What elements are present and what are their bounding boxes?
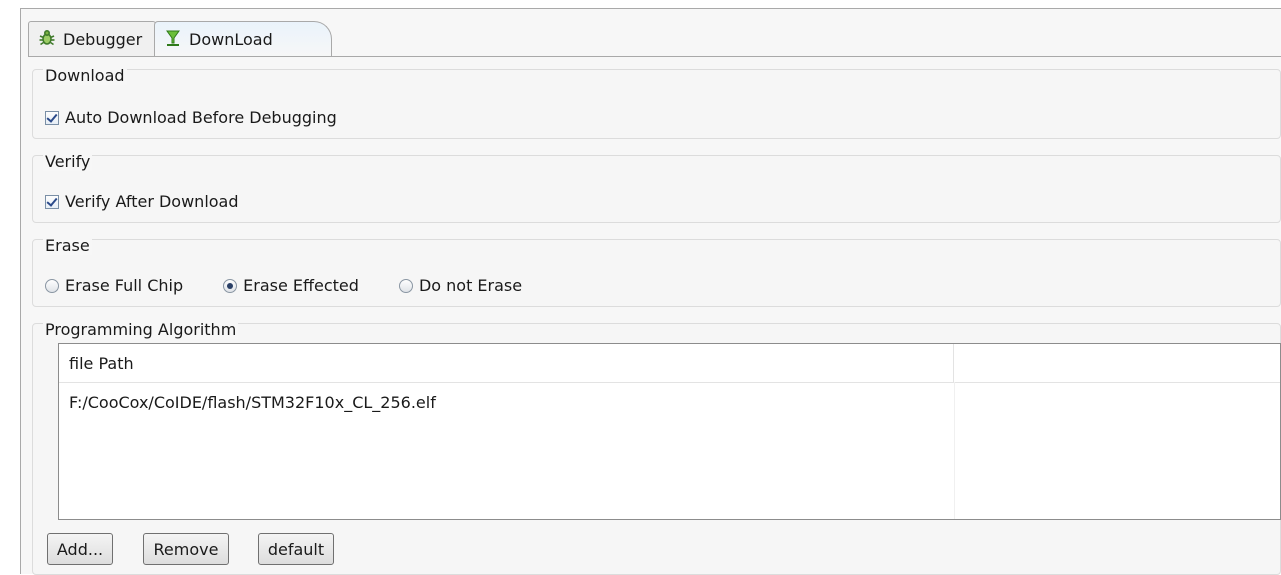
programming-algorithm-title: Programming Algorithm xyxy=(43,320,239,339)
column-divider xyxy=(954,382,955,519)
auto-download-checkbox[interactable] xyxy=(45,110,59,125)
tab-debugger[interactable]: Debugger xyxy=(28,21,156,57)
tab-debugger-label: Debugger xyxy=(63,30,143,49)
tab-download-label: DownLoad xyxy=(189,30,273,49)
table-header: file Path xyxy=(59,344,1280,383)
remove-button[interactable]: Remove xyxy=(143,533,229,565)
algorithm-table[interactable]: file Path F:/CooCox/CoIDE/flash/STM32F10… xyxy=(58,343,1281,520)
verify-after-label: Verify After Download xyxy=(65,192,239,211)
do-not-erase-label: Do not Erase xyxy=(418,276,523,295)
tab-bar: Debugger DownLoad xyxy=(21,9,1281,57)
table-cell-file-path: F:/CooCox/CoIDE/flash/STM32F10x_CL_256.e… xyxy=(69,392,436,412)
download-group-title: Download xyxy=(43,66,127,85)
auto-download-checkbox-option[interactable]: Auto Download Before Debugging xyxy=(45,108,337,127)
erase-full-chip-radio[interactable] xyxy=(45,278,59,293)
default-button[interactable]: default xyxy=(258,533,334,565)
do-not-erase-option[interactable]: Do not Erase xyxy=(398,276,523,295)
bug-icon xyxy=(37,28,57,52)
erase-effected-option[interactable]: Erase Effected xyxy=(223,276,359,295)
download-settings-window: Debugger DownLoad Download Auto Download… xyxy=(20,8,1281,575)
erase-group: Erase Erase Full Chip Erase Effected Do … xyxy=(32,236,1281,307)
download-icon xyxy=(163,28,183,52)
table-row[interactable]: F:/CooCox/CoIDE/flash/STM32F10x_CL_256.e… xyxy=(59,388,954,416)
erase-group-title: Erase xyxy=(43,236,92,255)
tab-download[interactable]: DownLoad xyxy=(154,21,332,57)
download-group: Download Auto Download Before Debugging xyxy=(32,66,1281,139)
add-button[interactable]: Add... xyxy=(47,533,113,565)
verify-group: Verify Verify After Download xyxy=(32,152,1281,223)
erase-effected-radio[interactable] xyxy=(223,278,238,293)
erase-effected-label: Erase Effected xyxy=(243,276,359,295)
verify-group-title: Verify xyxy=(43,152,93,171)
column-header-extra[interactable] xyxy=(954,344,1280,382)
verify-after-checkbox-option[interactable]: Verify After Download xyxy=(45,192,239,211)
auto-download-label: Auto Download Before Debugging xyxy=(65,108,337,127)
column-header-file-path[interactable]: file Path xyxy=(59,344,954,382)
erase-full-chip-option[interactable]: Erase Full Chip xyxy=(45,276,183,295)
erase-full-chip-label: Erase Full Chip xyxy=(65,276,184,295)
do-not-erase-radio[interactable] xyxy=(398,278,413,293)
verify-after-checkbox[interactable] xyxy=(45,194,59,209)
